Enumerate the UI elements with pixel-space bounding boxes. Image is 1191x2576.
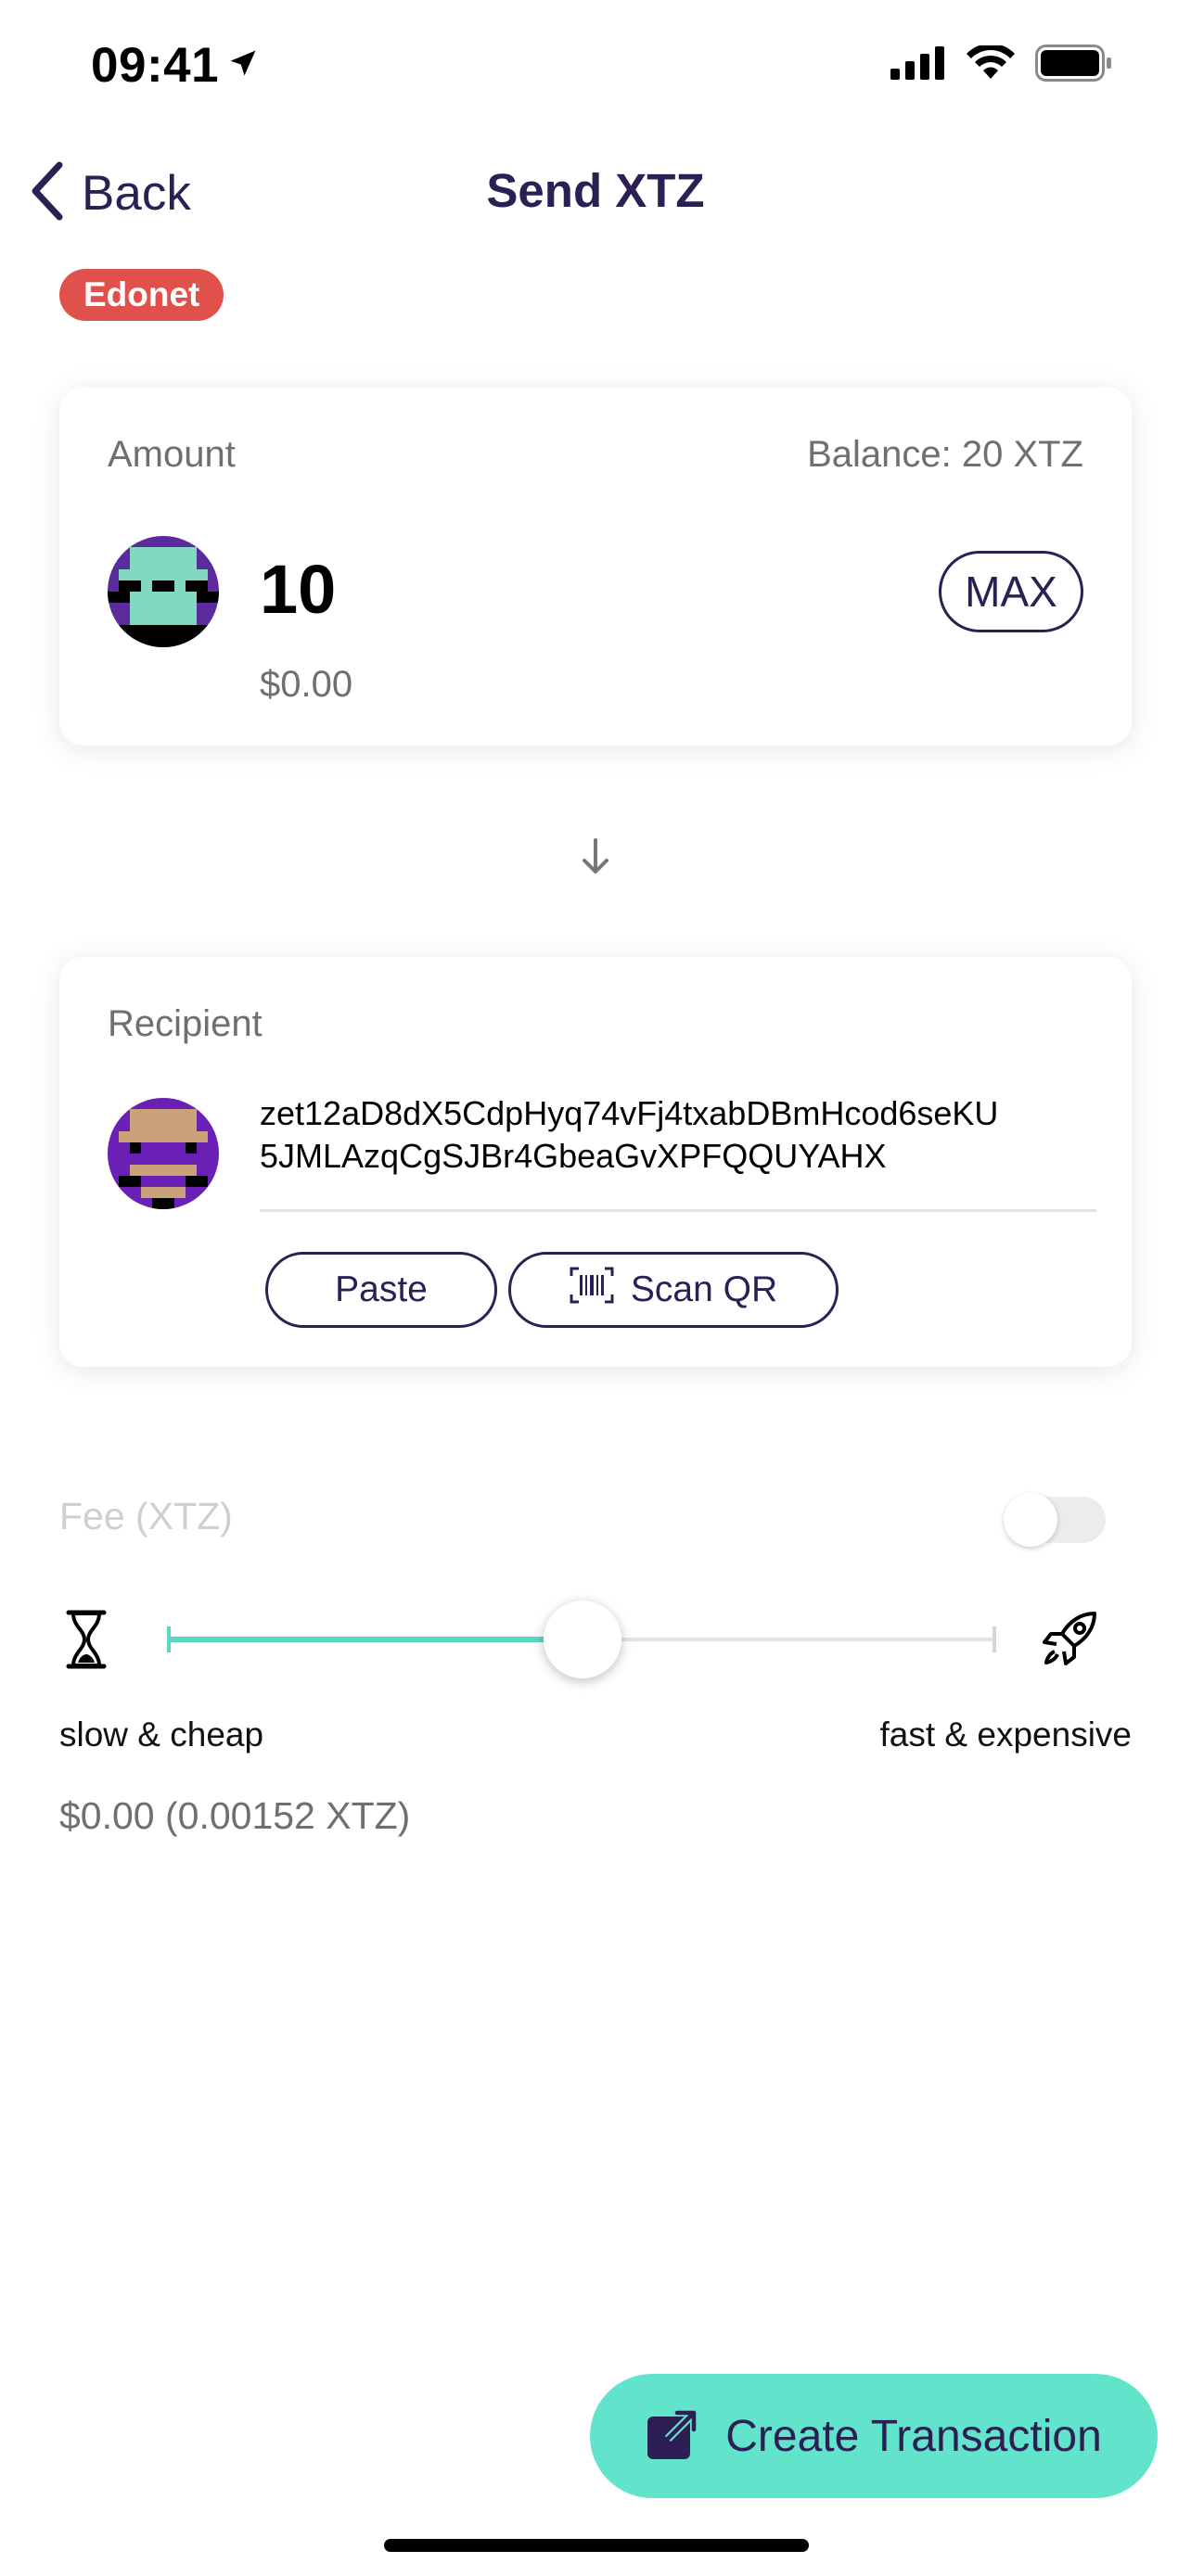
location-arrow-icon: [226, 46, 260, 84]
fast-expensive-label: fast & expensive: [879, 1715, 1132, 1753]
recipient-label: Recipient: [108, 1003, 263, 1044]
paste-button[interactable]: Paste: [265, 1252, 497, 1328]
fee-value: $0.00 (0.00152 XTZ): [59, 1794, 411, 1837]
amount-input[interactable]: 10: [260, 550, 336, 629]
arrow-down-icon: [573, 835, 618, 884]
network-badge: Edonet: [59, 269, 224, 321]
battery-icon: [1035, 45, 1113, 86]
create-transaction-label: Create Transaction: [725, 2411, 1102, 2461]
external-link-icon: [646, 2406, 700, 2466]
scan-qr-button[interactable]: Scan QR: [508, 1252, 839, 1328]
amount-card: Amount Balance: 20 XTZ 10 $0.00 MAX: [59, 388, 1132, 746]
create-transaction-button[interactable]: Create Transaction: [590, 2374, 1158, 2498]
amount-label: Amount: [108, 434, 236, 475]
slider-max-tick: [992, 1626, 996, 1652]
recipient-avatar: [108, 1098, 219, 1209]
rocket-icon: [1037, 1606, 1102, 1676]
recipient-address-input[interactable]: zet12aD8dX5CdpHyq74vFj4txabDBmHcod6seKU …: [260, 1092, 1095, 1178]
recipient-card: Recipient zet12aD8dX5CdpHyq74vFj4txabDBm…: [59, 957, 1132, 1367]
cellular-signal-icon: [890, 46, 946, 84]
token-avatar: [108, 536, 219, 647]
scan-qr-label: Scan QR: [630, 1269, 778, 1309]
fiat-amount: $0.00: [260, 664, 353, 705]
fee-label: Fee (XTZ): [59, 1495, 233, 1537]
slow-cheap-label: slow & cheap: [59, 1715, 264, 1753]
paste-label: Paste: [335, 1269, 428, 1309]
address-line-1: zet12aD8dX5CdpHyq74vFj4txabDBmHcod6seKU: [260, 1094, 999, 1132]
max-button[interactable]: MAX: [939, 551, 1083, 632]
page-title: Send XTZ: [486, 164, 705, 217]
wifi-icon: [967, 43, 1015, 85]
toggle-knob: [1004, 1493, 1057, 1547]
hourglass-icon: [65, 1609, 108, 1675]
status-time: 09:41: [91, 38, 220, 93]
fee-slider-thumb[interactable]: [544, 1600, 621, 1678]
barcode-icon: [570, 1267, 614, 1313]
home-indicator: [384, 2539, 809, 2552]
balance-label: Balance: 20 XTZ: [807, 434, 1083, 475]
slider-min-tick: [167, 1626, 171, 1652]
custom-fee-toggle[interactable]: [1004, 1493, 1106, 1547]
address-underline: [260, 1209, 1096, 1212]
address-line-2: 5JMLAzqCgSJBr4GbeaGvXPFQQUYAHX: [260, 1137, 887, 1175]
fee-slider-fill: [169, 1637, 583, 1642]
status-indicators: [890, 43, 1113, 86]
